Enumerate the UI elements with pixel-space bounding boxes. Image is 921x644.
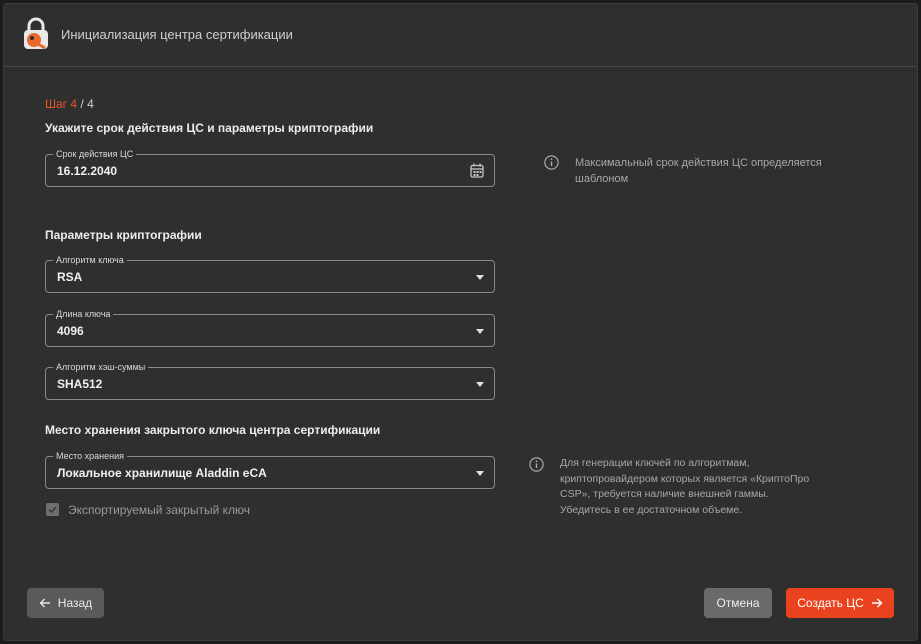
arrow-left-icon (39, 598, 50, 608)
cancel-button-label: Отмена (716, 596, 760, 610)
calendar-icon[interactable] (470, 163, 484, 178)
storage-location-label: Место хранения (53, 450, 127, 462)
step-total: / 4 (77, 97, 94, 111)
validity-date-field[interactable]: Срок действия ЦС 16.12.2040 (45, 148, 495, 187)
info-icon (529, 457, 544, 472)
chevron-down-icon[interactable] (476, 471, 484, 476)
hash-algorithm-select[interactable]: Алгоритм хэш-суммы SHA512 (45, 361, 495, 400)
create-ca-button-label: Создать ЦС (797, 596, 864, 610)
chevron-down-icon[interactable] (476, 382, 484, 387)
app-logo-icon (24, 17, 48, 50)
info-icon (544, 155, 559, 170)
exportable-key-label: Экспортируемый закрытый ключ (68, 503, 251, 517)
step-indicator: Шаг 4 / 4 (45, 97, 94, 111)
key-length-select[interactable]: Длина ключа 4096 (45, 308, 495, 347)
cancel-button[interactable]: Отмена (704, 588, 772, 618)
storage-location-value: Локальное хранилище Aladdin eCA (57, 466, 267, 480)
back-button-label: Назад (57, 596, 93, 610)
storage-heading: Место хранения закрытого ключа центра се… (45, 423, 381, 437)
crypto-heading: Параметры криптографии (45, 228, 202, 242)
storage-location-select[interactable]: Место хранения Локальное хранилище Aladd… (45, 450, 495, 489)
key-algorithm-value: RSA (57, 270, 83, 284)
key-length-value: 4096 (57, 324, 84, 338)
dialog-window: Инициализация центра сертификации Шаг 4 … (3, 3, 918, 641)
validity-heading: Укажите срок действия ЦС и параметры кри… (45, 121, 374, 135)
hash-algorithm-value: SHA512 (57, 377, 103, 391)
chevron-down-icon[interactable] (476, 329, 484, 334)
dialog-header: Инициализация центра сертификации (4, 4, 917, 67)
arrow-right-icon (871, 598, 883, 608)
step-current: Шаг 4 (45, 97, 78, 111)
key-length-label: Длина ключа (53, 308, 114, 320)
storage-info-text: Для генерации ключей по алгоритмам, крип… (560, 457, 810, 516)
check-icon (48, 506, 57, 514)
validity-info-text: Максимальный срок действия ЦС определяет… (575, 157, 822, 185)
back-button[interactable]: Назад (27, 588, 104, 618)
hash-algorithm-label: Алгоритм хэш-суммы (53, 361, 149, 373)
checkbox-box[interactable] (46, 503, 59, 516)
create-ca-button[interactable]: Создать ЦС (786, 588, 894, 618)
key-algorithm-select[interactable]: Алгоритм ключа RSA (45, 254, 495, 293)
chevron-down-icon[interactable] (476, 275, 484, 280)
validity-date-value: 16.12.2040 (57, 164, 118, 178)
dialog-title: Инициализация центра сертификации (61, 27, 293, 42)
key-algorithm-label: Алгоритм ключа (53, 254, 127, 266)
validity-date-label: Срок действия ЦС (53, 148, 137, 160)
